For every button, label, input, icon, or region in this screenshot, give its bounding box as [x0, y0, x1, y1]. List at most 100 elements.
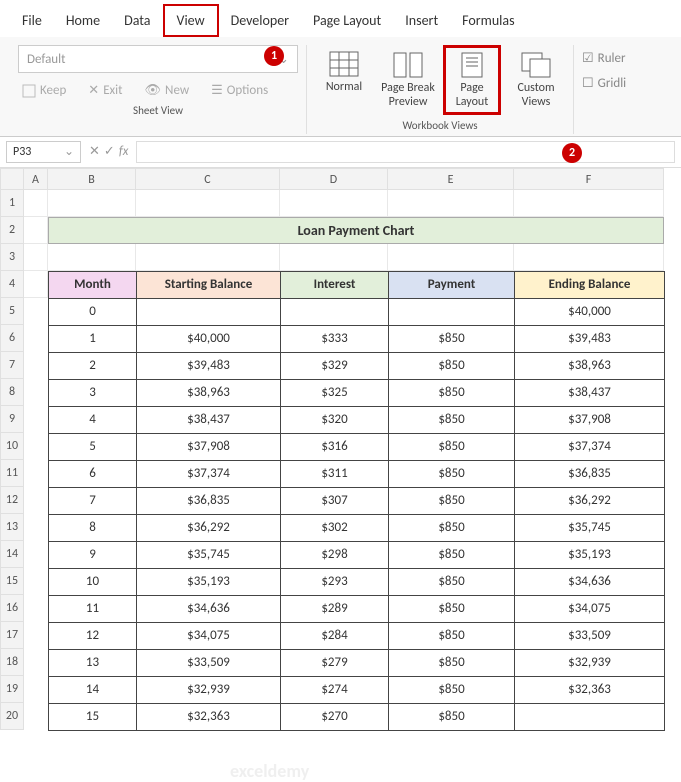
cell[interactable]: [389, 298, 515, 325]
tab-file[interactable]: File: [10, 6, 54, 35]
cell[interactable]: [48, 244, 136, 271]
enter-icon[interactable]: ✓: [104, 144, 115, 159]
formula-bar[interactable]: [136, 141, 675, 163]
name-box[interactable]: P33 ⌄: [6, 141, 81, 163]
cell[interactable]: [515, 703, 665, 730]
cell[interactable]: [137, 298, 281, 325]
cell[interactable]: 6: [49, 460, 137, 487]
row-head[interactable]: 5: [0, 298, 24, 325]
cell[interactable]: $34,075: [515, 595, 665, 622]
col-e[interactable]: E: [388, 168, 514, 190]
cell[interactable]: [280, 244, 388, 271]
row-head[interactable]: 20: [0, 703, 24, 730]
row-head[interactable]: 3: [0, 244, 24, 271]
cell[interactable]: 3: [49, 379, 137, 406]
cell[interactable]: $850: [389, 352, 515, 379]
cell[interactable]: [136, 190, 280, 217]
cell[interactable]: $38,963: [515, 352, 665, 379]
cell[interactable]: $35,193: [137, 568, 281, 595]
normal-view-button[interactable]: Normal: [315, 47, 373, 113]
cell[interactable]: $39,483: [515, 325, 665, 352]
keep-button[interactable]: Keep: [18, 81, 70, 100]
cell[interactable]: $37,374: [515, 433, 665, 460]
cell[interactable]: 9: [49, 541, 137, 568]
header-month[interactable]: Month: [49, 271, 137, 298]
cell[interactable]: 1: [49, 325, 137, 352]
cell[interactable]: 10: [49, 568, 137, 595]
row-head[interactable]: 14: [0, 541, 24, 568]
row-head[interactable]: 11: [0, 460, 24, 487]
cell[interactable]: 15: [49, 703, 137, 730]
cell[interactable]: $36,835: [515, 460, 665, 487]
cell[interactable]: $37,908: [515, 406, 665, 433]
cell[interactable]: $850: [389, 595, 515, 622]
row-head[interactable]: 7: [0, 352, 24, 379]
row-head[interactable]: 15: [0, 568, 24, 595]
cell[interactable]: $39,483: [137, 352, 281, 379]
new-button[interactable]: 👁 New: [141, 81, 194, 100]
cell[interactable]: $279: [281, 649, 389, 676]
row-head[interactable]: 12: [0, 487, 24, 514]
cell[interactable]: $850: [389, 325, 515, 352]
cell[interactable]: 5: [49, 433, 137, 460]
row-head[interactable]: 4: [0, 271, 24, 298]
cell[interactable]: $850: [389, 487, 515, 514]
row-head[interactable]: 9: [0, 406, 24, 433]
header-payment[interactable]: Payment: [389, 271, 515, 298]
select-all[interactable]: [0, 168, 24, 190]
cell[interactable]: $329: [281, 352, 389, 379]
cell[interactable]: 7: [49, 487, 137, 514]
options-button[interactable]: ☰ Options: [207, 81, 272, 100]
cell[interactable]: $33,509: [137, 649, 281, 676]
row-head[interactable]: 6: [0, 325, 24, 352]
row-head[interactable]: 17: [0, 622, 24, 649]
cell[interactable]: $850: [389, 460, 515, 487]
cell[interactable]: $316: [281, 433, 389, 460]
cell[interactable]: $311: [281, 460, 389, 487]
col-c[interactable]: C: [136, 168, 280, 190]
cell[interactable]: [281, 298, 389, 325]
cell[interactable]: [24, 217, 48, 244]
cell[interactable]: 12: [49, 622, 137, 649]
cell[interactable]: [136, 244, 280, 271]
gridlines-checkbox[interactable]: ☐ Gridli: [582, 74, 626, 93]
cell[interactable]: $35,745: [515, 514, 665, 541]
tab-formulas[interactable]: Formulas: [450, 6, 526, 35]
tab-data[interactable]: Data: [112, 6, 162, 35]
sheet-view-dropdown[interactable]: Default ⌄: [18, 45, 298, 73]
cell[interactable]: $850: [389, 406, 515, 433]
row-head[interactable]: 1: [0, 190, 24, 217]
col-d[interactable]: D: [280, 168, 388, 190]
cell[interactable]: $850: [389, 541, 515, 568]
cell[interactable]: $284: [281, 622, 389, 649]
custom-views-button[interactable]: Custom Views: [507, 48, 565, 112]
row-head[interactable]: 10: [0, 433, 24, 460]
cell[interactable]: $850: [389, 379, 515, 406]
tab-view[interactable]: View: [163, 4, 219, 37]
cell[interactable]: $325: [281, 379, 389, 406]
cell[interactable]: $34,075: [137, 622, 281, 649]
cell[interactable]: 4: [49, 406, 137, 433]
cell[interactable]: [280, 190, 388, 217]
tab-home[interactable]: Home: [54, 6, 112, 35]
row-head[interactable]: 2: [0, 217, 24, 244]
cell[interactable]: $274: [281, 676, 389, 703]
cell[interactable]: 2: [49, 352, 137, 379]
cell[interactable]: $33,509: [515, 622, 665, 649]
cell[interactable]: $850: [389, 649, 515, 676]
fx-icon[interactable]: fx: [119, 144, 129, 159]
cell[interactable]: [388, 190, 514, 217]
cell[interactable]: [24, 244, 48, 271]
cell[interactable]: $32,939: [515, 649, 665, 676]
cell[interactable]: [24, 190, 48, 217]
header-ending-balance[interactable]: Ending Balance: [515, 271, 665, 298]
cell[interactable]: $32,939: [137, 676, 281, 703]
header-starting-balance[interactable]: Starting Balance: [137, 271, 281, 298]
row-head[interactable]: 8: [0, 379, 24, 406]
cell[interactable]: $37,374: [137, 460, 281, 487]
cell[interactable]: [388, 244, 514, 271]
row-head[interactable]: 18: [0, 649, 24, 676]
cell[interactable]: $32,363: [137, 703, 281, 730]
exit-button[interactable]: ✕ Exit: [84, 81, 126, 100]
cell[interactable]: $36,292: [515, 487, 665, 514]
